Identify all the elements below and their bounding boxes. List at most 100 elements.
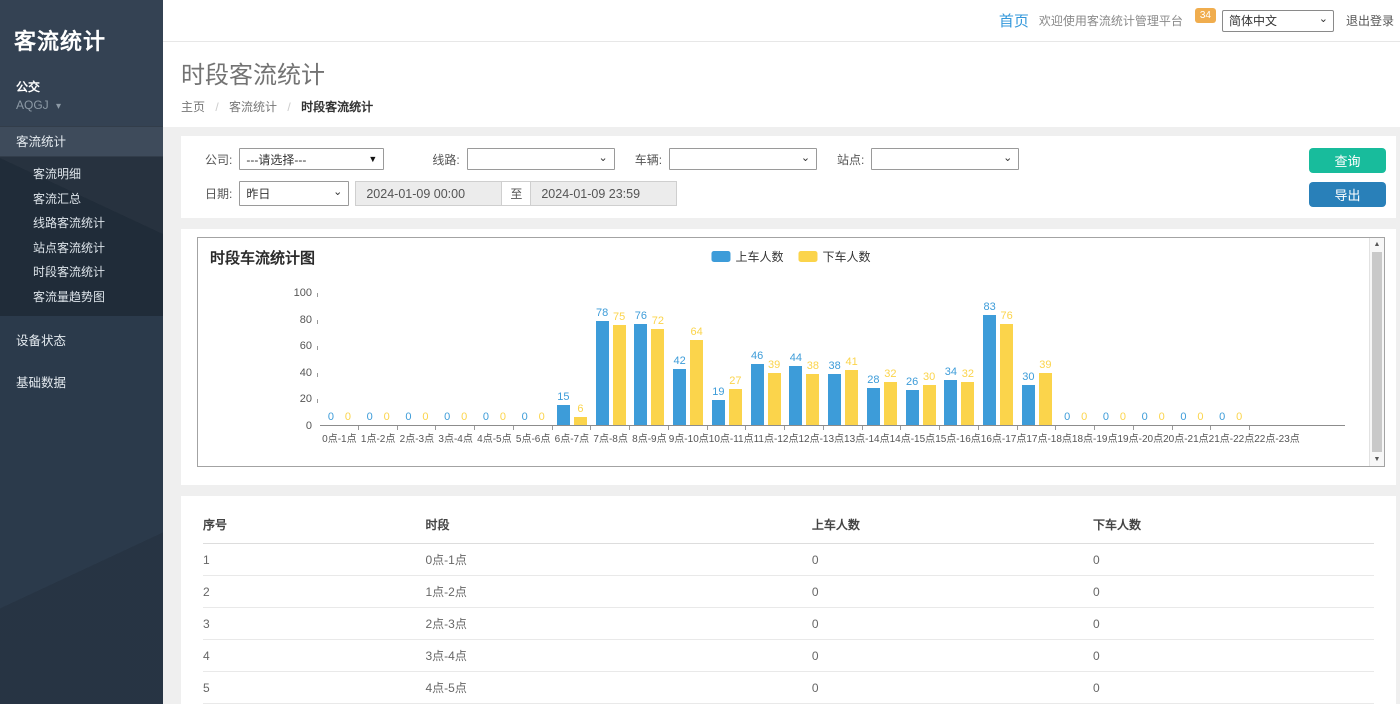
bar-column: 0	[477, 411, 494, 425]
notification-badge[interactable]: 34	[1195, 8, 1216, 23]
bar-value-label: 0	[328, 411, 334, 423]
bar-column: 0	[516, 411, 533, 425]
bar-value-label: 0	[1064, 411, 1070, 423]
chart-category: 4438	[785, 292, 824, 425]
end-date-input[interactable]: 2024-01-09 23:59	[530, 181, 677, 206]
bar-column: 83	[981, 301, 998, 425]
bar[interactable]	[906, 390, 919, 425]
org-selector[interactable]: AQGJ ▾	[0, 95, 163, 126]
bar[interactable]	[845, 370, 858, 425]
sidebar-section-base-data[interactable]: 基础数据	[0, 366, 163, 400]
bar-value-label: 19	[712, 386, 724, 398]
bar-column: 6	[572, 403, 589, 425]
bar[interactable]	[712, 400, 725, 425]
bar-column: 15	[555, 391, 572, 425]
bar[interactable]	[961, 382, 974, 425]
start-date-input[interactable]: 2024-01-09 00:00	[355, 181, 502, 206]
sidebar-section-device-status[interactable]: 设备状态	[0, 324, 163, 358]
breadcrumb-section[interactable]: 客流统计	[229, 100, 277, 114]
y-axis-tick-label: 60	[280, 340, 312, 352]
chart-scrollbar[interactable]: ▲ ▼	[1369, 238, 1384, 466]
bar[interactable]	[673, 369, 686, 425]
vehicle-select[interactable]: ⌄	[669, 148, 817, 170]
bar-column: 76	[998, 310, 1015, 425]
legend-label-alight: 下车人数	[823, 248, 871, 265]
breadcrumb-current: 时段客流统计	[301, 100, 373, 114]
bar-value-label: 72	[652, 315, 664, 327]
bar-column: 38	[826, 360, 843, 425]
bar-column: 41	[843, 356, 860, 425]
bar-value-label: 26	[906, 376, 918, 388]
bar[interactable]	[867, 388, 880, 425]
breadcrumb-home[interactable]: 主页	[181, 100, 205, 114]
bar[interactable]	[923, 385, 936, 425]
bar[interactable]	[1039, 373, 1052, 425]
chart-category: 7672	[630, 292, 669, 425]
chevron-down-icon: ⌄	[1319, 12, 1328, 25]
sidebar-subitem[interactable]: 线路客流统计	[0, 211, 163, 236]
bar-value-label: 0	[345, 411, 351, 423]
bar[interactable]	[944, 380, 957, 425]
x-axis-label: 4点-5点	[475, 430, 514, 445]
sidebar-subitem[interactable]: 客流汇总	[0, 187, 163, 212]
bar[interactable]	[651, 329, 664, 425]
x-axis-label: 5点-6点	[514, 430, 553, 445]
filter-panel: 公司: ---请选择--- ▼ 线路: ⌄ 车辆: ⌄ 站点	[181, 136, 1396, 218]
bar[interactable]	[768, 373, 781, 425]
bar-column: 42	[671, 355, 688, 425]
bar-value-label: 30	[923, 371, 935, 383]
chart-category: 00	[1173, 292, 1212, 425]
bar[interactable]	[789, 366, 802, 425]
bar-value-label: 0	[444, 411, 450, 423]
col-header-alight: 下车人数	[1093, 508, 1374, 544]
bar-value-label: 34	[945, 366, 957, 378]
y-axis-tick-mark	[317, 373, 318, 377]
company-select[interactable]: ---请选择--- ▼	[239, 148, 384, 170]
line-select[interactable]: ⌄	[467, 148, 615, 170]
org-code-label: AQGJ	[16, 98, 49, 112]
bar[interactable]	[634, 324, 647, 425]
logout-link[interactable]: 退出登录	[1346, 12, 1394, 29]
bar[interactable]	[613, 325, 626, 425]
bar[interactable]	[1022, 385, 1035, 425]
main-area: 首页 欢迎使用客流统计管理平台 34 简体中文 ⌄ 退出登录 时段客流统计 主页…	[163, 0, 1400, 704]
sidebar-subitem[interactable]: 客流量趋势图	[0, 285, 163, 310]
bar-column: 0	[378, 411, 395, 425]
bar[interactable]	[751, 364, 764, 425]
bar[interactable]	[983, 315, 996, 425]
legend-item-board[interactable]: 上车人数	[711, 248, 783, 265]
bar[interactable]	[828, 374, 841, 425]
station-select[interactable]: ⌄	[871, 148, 1019, 170]
sidebar-subitem[interactable]: 站点客流统计	[0, 236, 163, 261]
home-link[interactable]: 首页	[999, 10, 1029, 31]
bar[interactable]	[1000, 324, 1013, 425]
scrollbar-thumb[interactable]	[1372, 252, 1382, 452]
query-button[interactable]: 查询	[1309, 148, 1386, 173]
scroll-up-icon[interactable]: ▲	[1370, 241, 1384, 248]
language-select[interactable]: 简体中文 ⌄	[1222, 10, 1334, 32]
table-cell: 0点-1点	[425, 544, 811, 576]
y-axis-tick-mark	[317, 346, 318, 350]
table-row: 21点-2点00	[203, 576, 1374, 608]
bar[interactable]	[690, 340, 703, 425]
table-cell: 0	[1093, 608, 1374, 640]
legend-item-alight[interactable]: 下车人数	[799, 248, 871, 265]
export-button[interactable]: 导出	[1309, 182, 1386, 207]
sidebar-section-passenger-stats[interactable]: 客流统计	[0, 126, 163, 157]
bar-value-label: 0	[422, 411, 428, 423]
table-cell: 0	[812, 576, 1093, 608]
bar-value-label: 41	[846, 356, 858, 368]
sidebar-subitem[interactable]: 客流明细	[0, 162, 163, 187]
date-preset-select[interactable]: 昨日 ⌄	[239, 181, 349, 206]
table-cell: 5	[203, 672, 425, 704]
bar[interactable]	[884, 382, 897, 425]
sidebar-subitem[interactable]: 时段客流统计	[0, 260, 163, 285]
bar[interactable]	[596, 321, 609, 425]
chart-category: 2832	[863, 292, 902, 425]
bar[interactable]	[574, 417, 587, 425]
scroll-down-icon[interactable]: ▼	[1370, 456, 1384, 463]
x-axis-label: 12点-13点	[798, 430, 844, 445]
bar[interactable]	[557, 405, 570, 425]
bar[interactable]	[806, 374, 819, 425]
bar[interactable]	[729, 389, 742, 425]
